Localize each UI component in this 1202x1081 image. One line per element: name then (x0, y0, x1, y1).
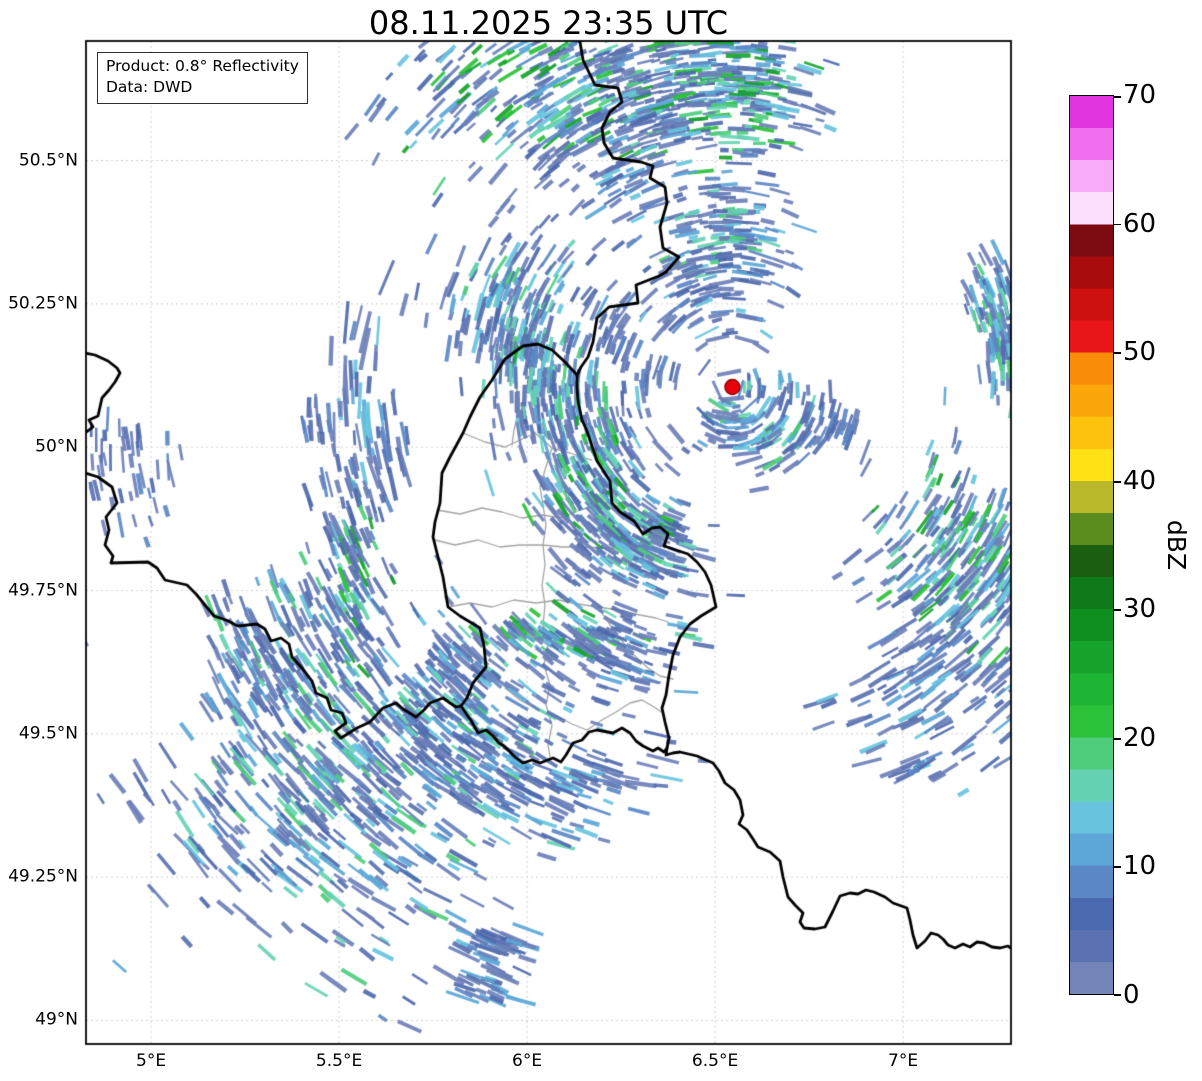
longitude-tick-label: 6.5°E (691, 1051, 739, 1071)
colorbar (1069, 95, 1121, 996)
colorbar-tick-mark (1114, 352, 1121, 354)
colorbar-tick-mark (1114, 223, 1121, 226)
colorbar-tick-label: 20 (1123, 722, 1157, 753)
data-source-line: Data: DWD (106, 77, 193, 96)
figure-title: 08.11.2025 23:35 UTC (368, 4, 729, 42)
longitude-tick-label: 7°E (888, 1051, 919, 1071)
colorbar-tick-label: 10 (1123, 851, 1157, 882)
product-info-box: Product: 0.8° Reflectivity Data: DWD (97, 52, 308, 104)
radar-map-canvas (0, 0, 1202, 1081)
longitude-tick-label: 5.5°E (315, 1051, 363, 1071)
colorbar-tick-label: 50 (1123, 337, 1157, 368)
colorbar-tick-label: 30 (1123, 594, 1157, 625)
colorbar-tick-mark (1114, 737, 1121, 740)
colorbar-tick-mark (1114, 480, 1121, 483)
latitude-tick-label: 50°N (35, 436, 78, 457)
colorbar-tick-mark (1114, 994, 1121, 996)
latitude-tick-label: 50.5°N (18, 150, 78, 171)
colorbar-tick-label: 40 (1123, 465, 1157, 496)
colorbar-tick-label: 60 (1123, 208, 1157, 239)
colorbar-axis-label: dBZ (1162, 519, 1191, 571)
colorbar-tick-label: 70 (1123, 80, 1157, 110)
latitude-tick-label: 49.75°N (8, 580, 78, 601)
longitude-tick-label: 5°E (136, 1051, 167, 1071)
product-info-line: Product: 0.8° Reflectivity (106, 57, 299, 75)
latitude-tick-label: 49.25°N (8, 866, 78, 887)
colorbar-tick-mark (1114, 96, 1121, 98)
latitude-tick-label: 50.25°N (8, 293, 78, 314)
colorbar-tick-mark (1114, 866, 1121, 869)
colorbar-tick-mark (1114, 609, 1121, 612)
latitude-tick-label: 49.5°N (18, 723, 78, 744)
colorbar-tick-label: 0 (1123, 980, 1140, 1010)
radar-figure: 08.11.2025 23:35 UTC Product: 0.8° Refle… (0, 0, 1202, 1081)
latitude-tick-label: 49°N (35, 1010, 78, 1031)
longitude-tick-label: 6°E (512, 1051, 543, 1071)
